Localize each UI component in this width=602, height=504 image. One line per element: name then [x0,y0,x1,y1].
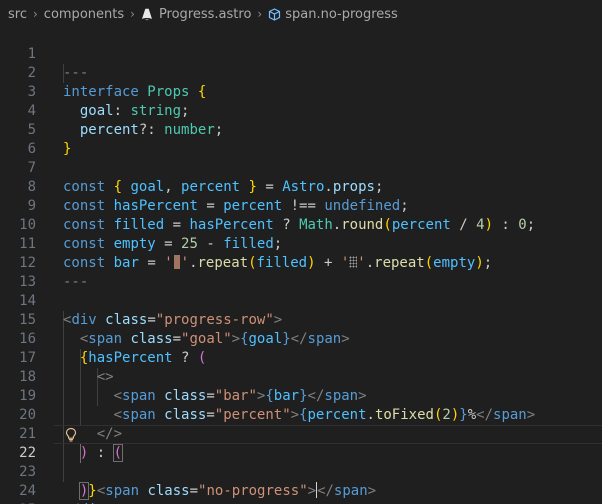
code-line[interactable]: 15 <span class="goal">{goal}</span> [0,292,602,347]
code-line[interactable]: 5 } [0,102,602,157]
lightbulb-icon[interactable] [64,427,78,442]
code-area[interactable]: 1 --- 2 interface Props { 3 goal: string… [0,26,602,504]
code-editor[interactable]: src › components › Progress.astro › span… [0,0,602,504]
code-line[interactable]: 18 <span class="bar">{bar}</span> [0,349,602,404]
code-line[interactable]: 8 const hasPercent = percent !== undefin… [0,159,602,214]
code-line[interactable]: 21 ) : ( [0,406,602,462]
chevron-right-icon: › [130,7,135,21]
code-line[interactable]: 19 <span class="percent">{percent.toFixe… [0,368,602,423]
code-line[interactable]: 6 [0,121,602,157]
code-line[interactable]: 17 <> [0,330,602,385]
code-line[interactable]: 23 )} [0,444,602,500]
code-line[interactable]: 1 --- [0,26,602,81]
code-line[interactable]: 3 goal: string; [0,64,602,119]
astro-file-icon [141,8,152,20]
symbol-cube-icon [269,7,281,21]
code-line[interactable]: 10 const empty = 25 - filled; [0,197,602,252]
code-line[interactable]: 2 interface Props { [0,45,602,100]
breadcrumb-components[interactable]: components [44,7,124,22]
breadcrumb-src[interactable]: src [8,7,27,22]
code-line[interactable]: 4 percent?: number; [0,83,602,138]
code-line[interactable]: 13 [0,254,602,290]
code-line[interactable]: 24 </div> [0,463,602,504]
code-line[interactable]: 14 <div class="progress-row"> [0,273,602,328]
code-line[interactable]: 7 const { goal, percent } = Astro.props; [0,140,602,195]
breadcrumb: src › components › Progress.astro › span… [0,0,602,28]
breadcrumb-symbol[interactable]: span.no-progress [285,7,398,22]
code-line[interactable]: 20 </> [0,387,602,442]
code-line[interactable]: 9 const filled = hasPercent ? Math.round… [0,178,602,233]
code-line[interactable]: 16 {hasPercent ? ( [0,311,602,366]
code-line[interactable]: 12 --- [0,235,602,290]
breadcrumb-file[interactable]: Progress.astro [159,7,251,22]
code-line[interactable]: 11 const bar = ' '.repeat(filled) + ' '.re… [0,216,602,271]
code-line[interactable]: 25 [0,482,602,504]
chevron-right-icon: › [257,7,263,21]
code-line-current[interactable]: 22 <span class="no-progress"></span> [0,425,602,499]
chevron-right-icon: › [32,7,38,21]
